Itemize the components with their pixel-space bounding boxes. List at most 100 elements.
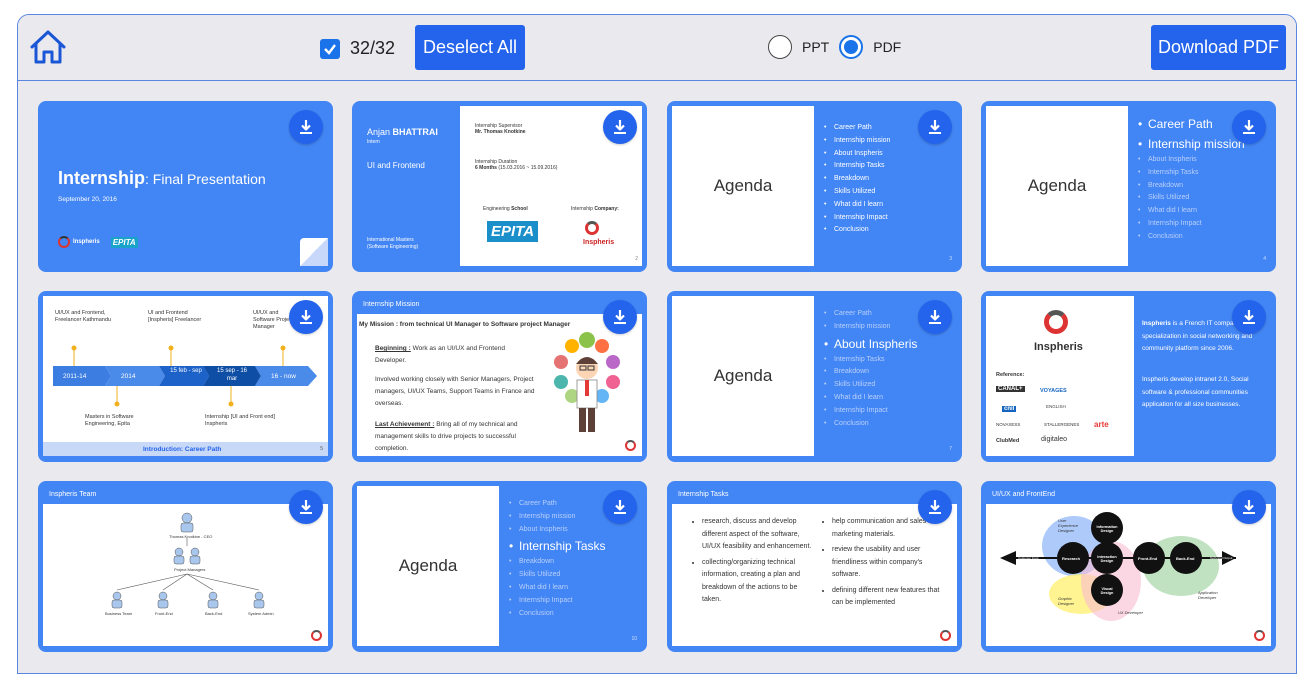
download-icon[interactable] bbox=[918, 490, 952, 524]
agenda-item: Skills Utilized bbox=[822, 186, 890, 199]
download-icon[interactable] bbox=[918, 110, 952, 144]
slide-card-6[interactable]: Internship Mission My Mission : from tec… bbox=[352, 291, 647, 462]
school-label: Engineering bbox=[483, 206, 510, 212]
page-number: 4 bbox=[1263, 256, 1266, 262]
download-icon[interactable] bbox=[603, 490, 637, 524]
agenda-item: Internship mission bbox=[822, 135, 890, 148]
slide-preview: Internship: Final Presentation September… bbox=[43, 106, 328, 266]
page-number: 3 bbox=[949, 256, 952, 262]
agenda-item: Internship Impact bbox=[822, 212, 890, 225]
developer-illustration-icon bbox=[554, 332, 620, 432]
venn-node: Back-End bbox=[1176, 556, 1195, 561]
agenda-item: Conclusion bbox=[1136, 231, 1245, 244]
timeline-bottom-1: Masters in Software Engineering, Epita bbox=[85, 414, 134, 427]
agenda-title: Agenda bbox=[672, 296, 814, 456]
agenda-item: Conclusion bbox=[822, 418, 917, 431]
agenda-item: Breakdown bbox=[1136, 180, 1245, 193]
slide-preview: UI/UX and Frontend, Freelancer Kathmandu… bbox=[43, 296, 328, 456]
download-icon[interactable] bbox=[603, 110, 637, 144]
agenda-item: Internship mission bbox=[1136, 134, 1245, 154]
reference-logo: ENGLISH bbox=[1046, 404, 1066, 409]
agenda-list: Career Path Internship mission About Ins… bbox=[1136, 114, 1245, 244]
slide-card-12[interactable]: UI/UX and FrontEnd Information Design Re… bbox=[981, 481, 1276, 652]
epita-logo: EPITA bbox=[110, 236, 138, 248]
slide-preview: Agenda Career Path Internship mission Ab… bbox=[672, 296, 957, 456]
slide-preview: Agenda Career Path Internship mission Ab… bbox=[357, 486, 642, 646]
slide-preview: Agenda Career Path Internship mission Ab… bbox=[986, 106, 1271, 266]
page-curl-icon bbox=[300, 238, 328, 266]
task-item: defining different new features that can… bbox=[832, 585, 942, 610]
slide-title: : Final Presentation bbox=[145, 171, 266, 187]
venn-node: Visual Design bbox=[1100, 587, 1114, 595]
reference-logo: NOVAXESS bbox=[996, 422, 1021, 427]
agenda-item: About Inspheris bbox=[507, 524, 606, 537]
download-pdf-button[interactable]: Download PDF bbox=[1151, 25, 1286, 70]
download-icon[interactable] bbox=[1232, 300, 1266, 334]
venn-node: Front-End bbox=[1138, 556, 1158, 561]
program: International Masters bbox=[367, 237, 414, 243]
slide-card-1[interactable]: Internship: Final Presentation September… bbox=[38, 101, 333, 272]
download-icon[interactable] bbox=[918, 300, 952, 334]
selected-count: 32/32 bbox=[350, 38, 396, 58]
slide-card-10[interactable]: Agenda Career Path Internship mission Ab… bbox=[352, 481, 647, 652]
slide-preview: Internship Mission My Mission : from tec… bbox=[357, 296, 642, 456]
agenda-item: Internship Tasks bbox=[822, 160, 890, 173]
slide-preview: Inspheris Reference: CANAL+ VOYAGES cnil… bbox=[986, 296, 1271, 456]
role-small: Intern bbox=[367, 139, 380, 145]
slide-footer: Introduction: Career Path bbox=[143, 446, 222, 453]
slide-card-7[interactable]: Agenda Career Path Internship mission Ab… bbox=[667, 291, 962, 462]
agenda-item: Internship Impact bbox=[822, 405, 917, 418]
role: UI and Frontend bbox=[367, 161, 425, 170]
agenda-item: Breakdown bbox=[822, 173, 890, 186]
download-icon[interactable] bbox=[289, 300, 323, 334]
ceo-label: Thomas Knotkine - CEO bbox=[169, 534, 213, 539]
slide-card-11[interactable]: Internship Tasks research, discuss and d… bbox=[667, 481, 962, 652]
inspheris-logo-icon bbox=[311, 630, 322, 641]
org-chart-graphic bbox=[111, 512, 265, 609]
agenda-item: Internship Impact bbox=[507, 595, 606, 608]
select-all-checkbox[interactable] bbox=[320, 38, 340, 59]
slide-card-4[interactable]: Agenda Career Path Internship mission Ab… bbox=[981, 101, 1276, 272]
reference-logo: cnil bbox=[1002, 406, 1017, 412]
company-name: Inspheris bbox=[1142, 320, 1171, 327]
venn-node: Information Design bbox=[1096, 525, 1118, 533]
download-icon[interactable] bbox=[1232, 110, 1266, 144]
first-name: Anjan bbox=[367, 127, 391, 137]
deselect-all-button[interactable]: Deselect All bbox=[415, 25, 525, 70]
slide-header: Internship Tasks bbox=[672, 486, 957, 504]
agenda-item: About Inspheris bbox=[822, 334, 917, 354]
team-label: System Admin bbox=[248, 611, 274, 616]
slide-card-5[interactable]: UI/UX and Frontend, Freelancer Kathmandu… bbox=[38, 291, 333, 462]
slide-title-bold: Internship bbox=[58, 168, 146, 188]
pdf-radio[interactable] bbox=[839, 35, 864, 59]
school-label-bold: School bbox=[511, 206, 528, 212]
agenda-title: Agenda bbox=[672, 106, 814, 266]
download-icon[interactable] bbox=[289, 490, 323, 524]
reference-logo: STALLERGENES bbox=[1044, 422, 1080, 427]
agenda-item: Conclusion bbox=[822, 224, 890, 237]
agenda-item: Breakdown bbox=[507, 556, 606, 569]
epita-logo: EPITA bbox=[487, 221, 539, 242]
download-icon[interactable] bbox=[603, 300, 637, 334]
task-item: research, discuss and develop different … bbox=[702, 516, 812, 554]
task-item: collecting/organizing technical informat… bbox=[702, 557, 812, 607]
slide-preview: Inspheris Team Thomas Knotkine - CEO Pro… bbox=[43, 486, 328, 646]
venn-node: Interaction Design bbox=[1097, 555, 1117, 563]
slide-card-9[interactable]: Inspheris Team Thomas Knotkine - CEO Pro… bbox=[38, 481, 333, 652]
last-label: Last Achievement : bbox=[375, 421, 435, 428]
slide-card-8[interactable]: Inspheris Reference: CANAL+ VOYAGES cnil… bbox=[981, 291, 1276, 462]
ppt-label: PPT bbox=[802, 39, 830, 55]
download-icon[interactable] bbox=[1232, 490, 1266, 524]
home-icon[interactable] bbox=[29, 28, 67, 66]
agenda-item: Skills Utilized bbox=[822, 379, 917, 392]
agenda-item: Internship mission bbox=[507, 511, 606, 524]
last-name: BHATTRAI bbox=[392, 127, 438, 137]
slide-card-2[interactable]: Anjan BHATTRAI Intern UI and Frontend In… bbox=[352, 101, 647, 272]
ppt-radio[interactable] bbox=[768, 35, 792, 59]
venn-role: User Experience Designer bbox=[1058, 518, 1079, 533]
reference-logo: VOYAGES bbox=[1040, 388, 1067, 394]
agenda-list: Career Path Internship mission About Ins… bbox=[822, 122, 890, 237]
download-icon[interactable] bbox=[289, 110, 323, 144]
inspheris-logo-icon bbox=[58, 236, 70, 248]
slide-card-3[interactable]: Agenda Career Path Internship mission Ab… bbox=[667, 101, 962, 272]
